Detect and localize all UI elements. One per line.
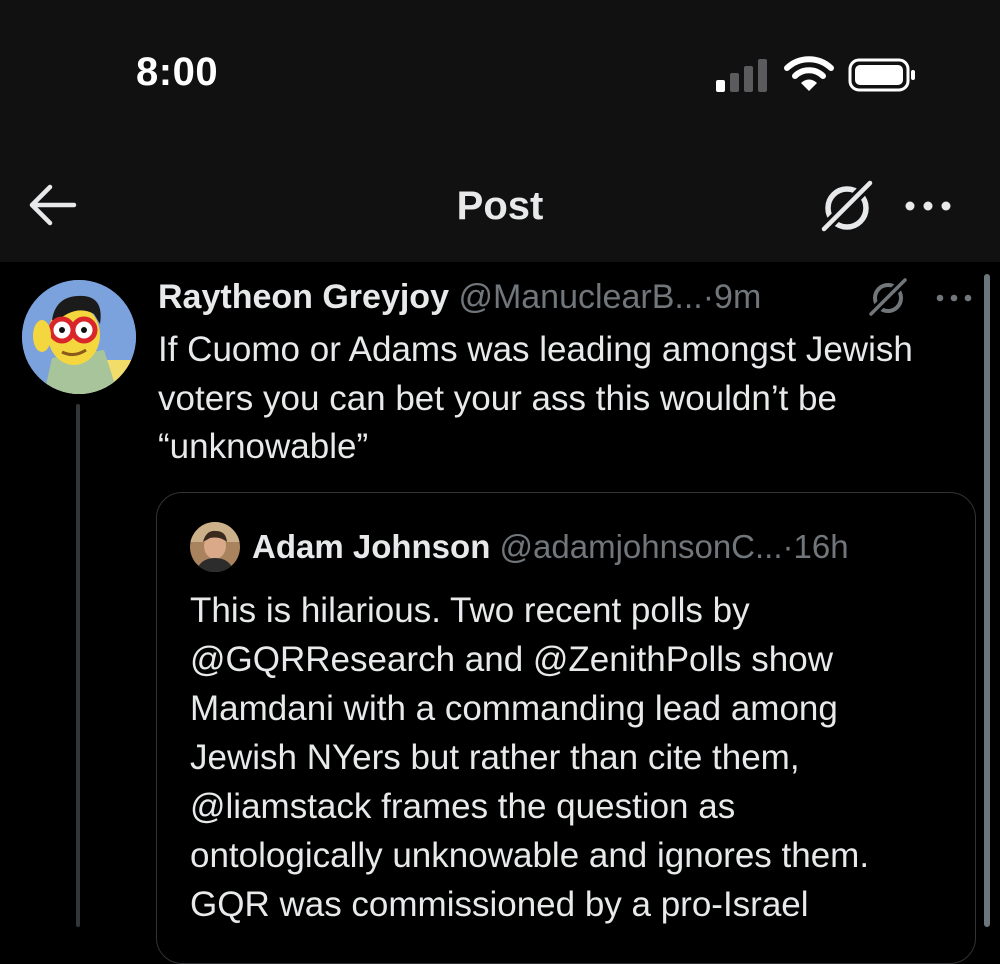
more-options-icon[interactable] — [900, 188, 956, 224]
post-header: Raytheon Greyjoy @ManuclearB...·9m — [158, 278, 761, 322]
quoted-post-text: This is hilarious. Two recent polls by @… — [190, 586, 970, 929]
post-text: If Cuomo or Adams was leading amongst Je… — [158, 326, 988, 472]
cellular-signal-icon — [716, 58, 768, 92]
quoted-header-separator: · — [782, 528, 794, 565]
post-text-line: “unknowable” — [158, 427, 369, 466]
wifi-icon — [784, 56, 834, 91]
quoted-author-handle[interactable]: @adamjohnsonC... — [500, 528, 783, 565]
post-text-line: If Cuomo or Adams was leading amongst Je… — [158, 330, 913, 369]
quoted-text-line: GQR was commissioned by a pro-Israel — [190, 885, 809, 924]
quoted-post-header: Adam Johnson @adamjohnsonC...·16h — [252, 528, 849, 566]
quoted-text-line: Mamdani with a commanding lead among — [190, 689, 838, 728]
grok-icon[interactable] — [818, 178, 876, 234]
quoted-text-line: ontologically unknowable and ignores the… — [190, 836, 870, 875]
avatar[interactable] — [22, 280, 136, 394]
battery-icon — [848, 58, 915, 92]
scrollbar[interactable] — [984, 274, 990, 927]
quoted-text-line: This is hilarious. Two recent polls by — [190, 591, 750, 630]
status-time: 8:00 — [136, 50, 219, 94]
thread-connector-line — [76, 404, 80, 927]
quoted-avatar[interactable] — [190, 522, 240, 572]
post-text-line: voters you can bet your ass this wouldn’… — [158, 378, 837, 418]
quoted-post-time[interactable]: 16h — [794, 528, 849, 565]
more-options-icon[interactable] — [934, 288, 974, 308]
header-separator: · — [702, 278, 715, 316]
grok-icon[interactable] — [866, 276, 910, 318]
quoted-text-line: @liamstack frames the question as — [190, 787, 736, 826]
author-handle[interactable]: @ManuclearB... — [458, 278, 702, 316]
quoted-text-line: Jewish NYers but rather than cite them, — [190, 738, 800, 777]
quoted-text-line: @GQRResearch and @ZenithPolls show — [190, 640, 833, 679]
author-name[interactable]: Raytheon Greyjoy — [158, 278, 449, 316]
quoted-author-name[interactable]: Adam Johnson — [252, 528, 490, 565]
post-time[interactable]: 9m — [714, 278, 761, 316]
